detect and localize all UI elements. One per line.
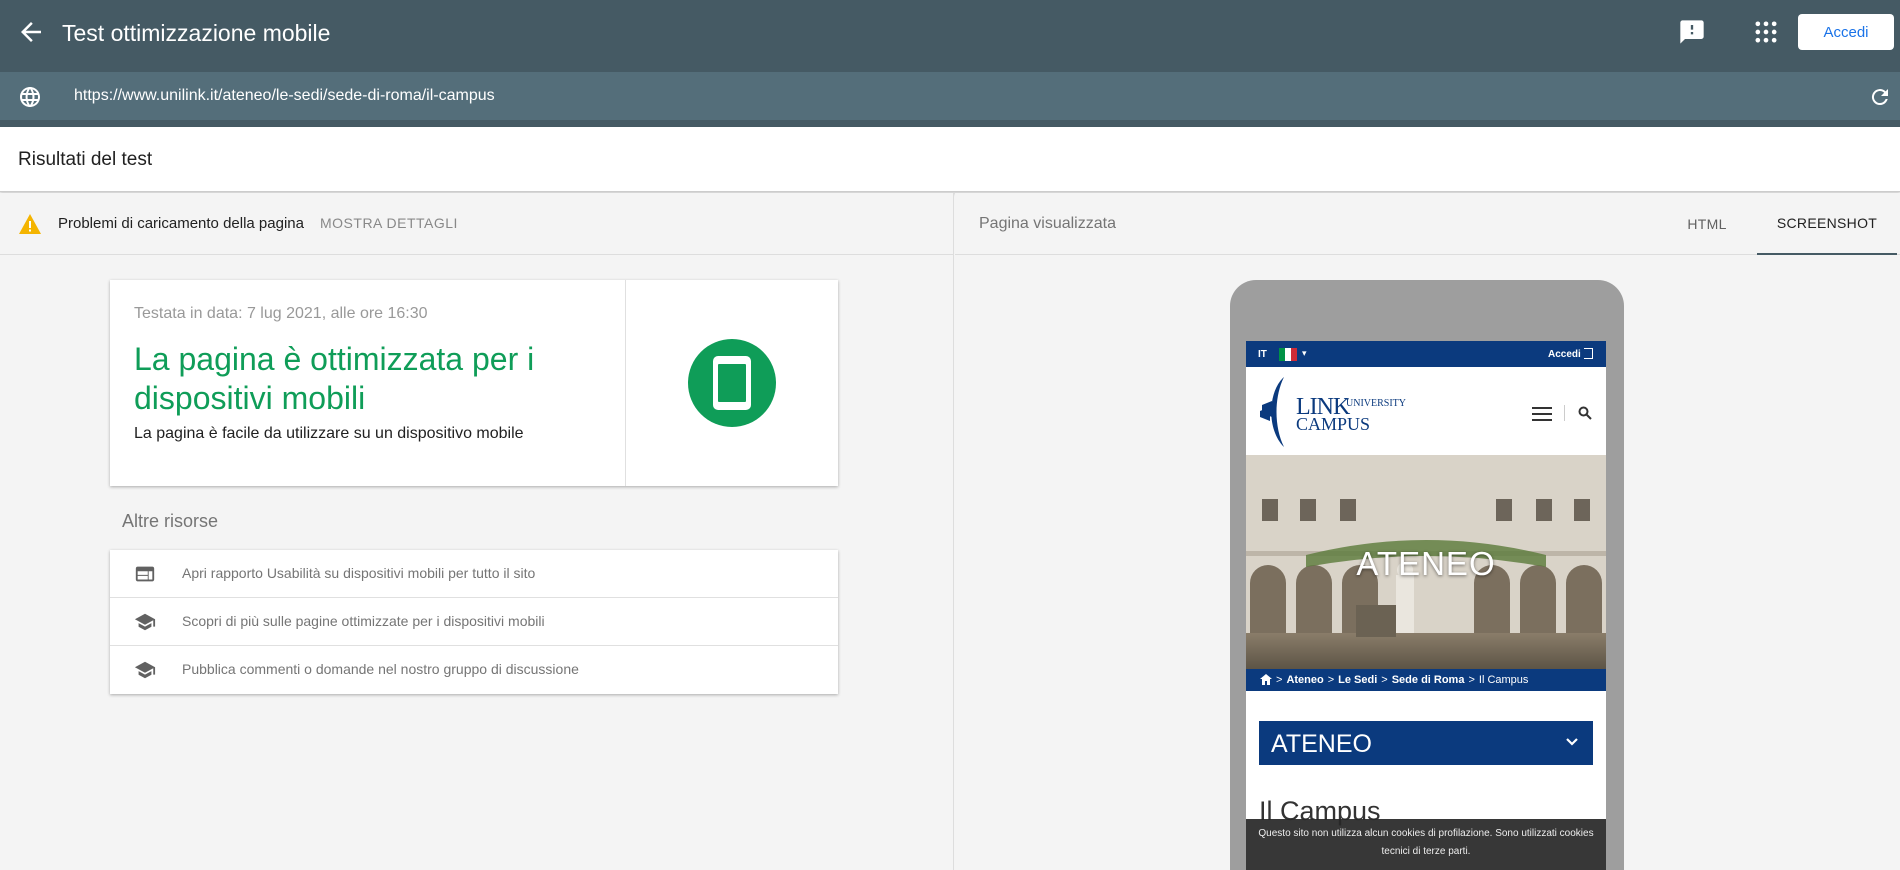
university-logo-icon [1260,377,1284,447]
show-details-button[interactable]: MOSTRA DETTAGLI [320,215,458,231]
sign-in-button[interactable]: Accedi [1798,14,1894,50]
feedback-icon[interactable] [1678,18,1706,46]
resource-item-discussion-group[interactable]: Pubblica commenti o domande nel nostro g… [110,646,838,694]
logo-campus-text: CAMPUS [1296,414,1371,434]
globe-icon [20,87,40,107]
home-icon [1260,674,1272,685]
logo-university-text: UNIVERSITY [1346,398,1406,409]
school-icon [134,613,156,631]
test-date: Testata in data: 7 lug 2021, alle ore 16… [134,305,428,322]
breadcrumb-sede-di-roma: Sede di Roma [1391,674,1465,686]
url-text[interactable]: https://www.unilink.it/ateneo/le-sedi/se… [74,87,495,105]
resource-item-label: Scopri di più sulle pagine ottimizzate p… [182,613,545,629]
resources-title: Altre risorse [122,511,219,531]
menu-icon [1532,407,1552,421]
resources-list: Apri rapporto Usabilità su dispositivi m… [110,550,838,694]
search-icon [1578,406,1592,420]
rendered-page-title: Pagina visualizzata [979,215,1116,232]
apps-grid-icon[interactable] [1752,18,1780,46]
mobile-friendly-icon [688,339,776,427]
app-bar: Test ottimizzazione mobile Accedi [0,0,1900,65]
app-title: Test ottimizzazione mobile [62,20,331,46]
web-icon [135,566,155,582]
site-top-bar: IT ▾ Accedi [1246,341,1606,367]
results-panel: Problemi di caricamento della pagina MOS… [0,193,954,870]
warning-icon [19,214,41,234]
section-dropdown: ATENEO [1259,721,1593,765]
resource-item-label: Pubblica commenti o domande nel nostro g… [182,661,579,677]
loading-issues-bar: Problemi di caricamento della pagina MOS… [0,193,954,255]
url-bar[interactable]: https://www.unilink.it/ateneo/le-sedi/se… [0,72,1900,120]
breadcrumb-ateneo: Ateneo [1286,674,1324,686]
breadcrumb-le-sedi: Le Sedi [1338,674,1378,686]
preview-panel: Pagina visualizzata HTML SCREENSHOT IT ▾… [955,193,1900,870]
section-title: ATENEO [1271,730,1372,758]
loading-issues-text: Problemi di caricamento della pagina [58,215,304,232]
results-title: Risultati del test [18,149,153,170]
back-arrow-icon[interactable] [16,17,46,47]
verdict-subtitle: La pagina è facile da utilizzare su un d… [134,425,524,442]
tab-screenshot[interactable]: SCREENSHOT [1757,193,1897,255]
school-icon [134,661,156,679]
login-icon [1584,348,1593,359]
resource-item-usability-report[interactable]: Apri rapporto Usabilità su dispositivi m… [110,550,838,598]
cookie-banner: Questo sito non utilizza alcun cookies d… [1246,819,1606,870]
italian-flag-icon [1279,348,1297,361]
url-bar-top-strip [0,65,1900,72]
url-bar-bottom-strip [0,120,1900,127]
breadcrumb-il-campus: Il Campus [1478,674,1529,686]
site-language: IT [1258,349,1267,360]
header-separator [1564,405,1565,421]
resource-item-label: Apri rapporto Usabilità su dispositivi m… [182,565,536,581]
results-header: Risultati del test [0,127,1900,192]
verdict-title: La pagina è ottimizzata per i dispositiv… [134,341,535,416]
site-header: LINK UNIVERSITY CAMPUS [1246,367,1606,455]
site-login-link: Accedi [1548,349,1581,360]
preview-tabs-bar: Pagina visualizzata HTML SCREENSHOT [955,193,1900,255]
page-screenshot[interactable]: IT ▾ Accedi LINK UNIVERSITY CAMPUS ATENE… [1246,341,1606,870]
resource-item-learn-more[interactable]: Scopri di più sulle pagine ottimizzate p… [110,598,838,646]
chevron-down-icon [1566,738,1578,746]
verdict-card: Testata in data: 7 lug 2021, alle ore 16… [110,280,838,486]
refresh-icon[interactable] [1868,85,1892,109]
card-divider [625,280,626,486]
hero-image: ATENEO [1246,455,1606,669]
site-breadcrumb: > Ateneo > Le Sedi > Sede di Roma > Il C… [1246,669,1606,691]
hero-title: ATENEO [1356,545,1496,582]
tab-html[interactable]: HTML [1665,193,1749,255]
caret-down-icon: ▾ [1302,348,1307,358]
